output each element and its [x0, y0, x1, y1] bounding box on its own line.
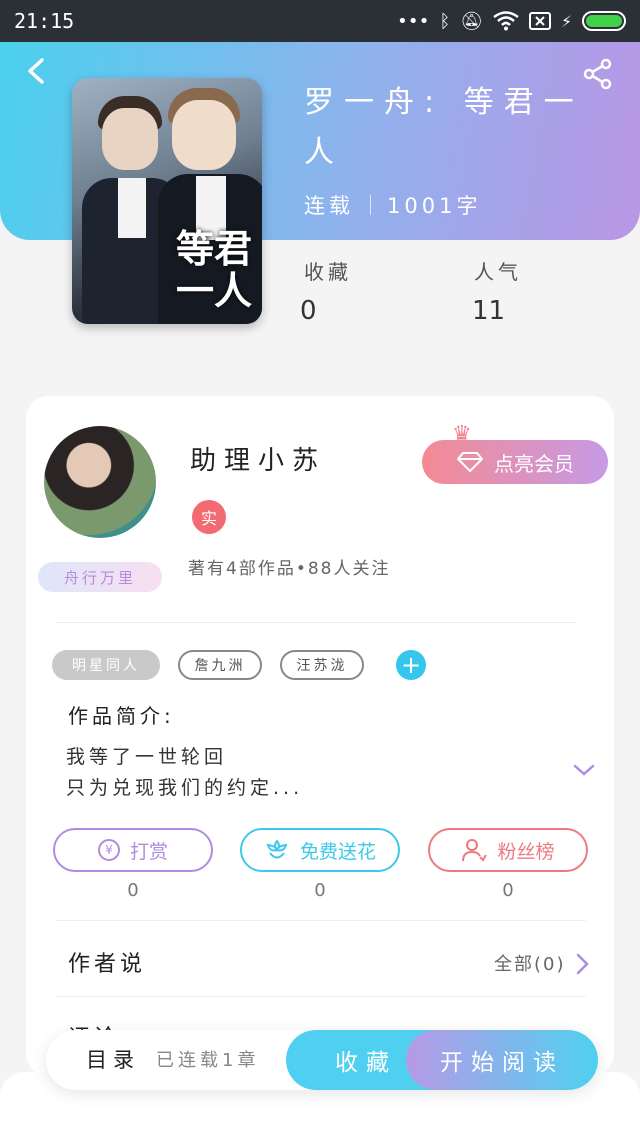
intro-label: 作品简介: — [68, 704, 175, 728]
catalog-status: 已连载1章 — [156, 1050, 260, 1071]
more-dots-icon: ••• — [396, 10, 430, 32]
divider — [56, 920, 586, 921]
author-summary: 著有4部作品•88人关注 — [188, 559, 391, 579]
verified-badge: 实 — [192, 500, 226, 534]
favorites-label: 收藏 — [304, 260, 352, 284]
author-say-all-link[interactable]: 全部(0) — [494, 950, 566, 976]
mute-bell-icon: 🔕︎ — [460, 10, 484, 32]
chevron-down-icon — [573, 764, 595, 776]
fans-rank-label: 粉丝榜 — [497, 840, 555, 863]
diamond-icon — [457, 452, 483, 472]
flower-icon — [266, 839, 288, 859]
tag-item[interactable]: 明星同人 — [52, 650, 160, 680]
battery-icon — [582, 11, 626, 31]
avatar-badge: 舟行万里 — [38, 562, 162, 592]
start-reading-button[interactable]: 开始阅读 — [406, 1030, 598, 1090]
add-tag-button[interactable]: + — [396, 650, 426, 680]
meta-divider — [370, 195, 371, 215]
reward-count: 0 — [127, 880, 139, 901]
intro-line: 我等了一世轮回 — [66, 746, 228, 768]
author-name[interactable]: 助理小苏 — [190, 440, 326, 477]
fans-rank-button[interactable]: 粉丝榜 — [428, 828, 588, 872]
status-bar: 21:15 ••• ᛒ 🔕︎ ⚡ — [0, 0, 640, 42]
fans-count: 0 — [502, 880, 514, 901]
popularity-label: 人气 — [474, 260, 522, 284]
back-button[interactable] — [22, 56, 52, 86]
divider — [56, 622, 576, 623]
catalog-button[interactable]: 目录 — [86, 1044, 140, 1074]
sim-x-icon — [529, 12, 552, 30]
free-flower-button[interactable]: 免费送花 — [240, 828, 400, 872]
intro-line: 只为兑现我们的约定... — [66, 777, 304, 799]
status-time: 21:15 — [14, 9, 75, 33]
yuan-icon: ¥ — [97, 839, 120, 861]
battery-fill — [586, 15, 622, 27]
popularity-value: 11 — [472, 296, 506, 326]
wifi-icon — [493, 11, 519, 31]
user-icon — [462, 839, 488, 862]
chevron-right-icon — [576, 953, 589, 975]
book-cover[interactable]: 等君一人 — [72, 78, 262, 324]
intro-text: 我等了一世轮回 只为兑现我们的约定... — [66, 742, 303, 804]
vip-button[interactable]: 点亮会员 — [422, 440, 608, 484]
book-meta: 连载 1001字 — [304, 190, 481, 220]
cover-title-text: 等君一人 — [176, 226, 253, 313]
author-say-more-button[interactable] — [572, 952, 592, 976]
author-say-label: 作者说 — [68, 952, 147, 977]
flower-count: 0 — [314, 880, 326, 901]
charging-icon: ⚡ — [561, 10, 572, 32]
word-count: 1001字 — [387, 194, 482, 218]
author-avatar[interactable] — [44, 426, 156, 538]
divider — [56, 996, 586, 997]
bluetooth-icon: ᛒ — [439, 10, 451, 32]
back-arrow-icon — [28, 58, 44, 84]
tag-item[interactable]: 汪苏泷 — [280, 650, 364, 680]
reward-button[interactable]: ¥ 打赏 — [53, 828, 213, 872]
book-title: 罗一舟: 等君一人 — [304, 85, 584, 170]
vip-button-label: 点亮会员 — [494, 451, 574, 476]
reward-label: 打赏 — [129, 840, 168, 863]
tag-item[interactable]: 詹九洲 — [178, 650, 262, 680]
status-icons: ••• ᛒ 🔕︎ ⚡ — [397, 11, 626, 32]
free-flower-label: 免费送花 — [299, 840, 376, 863]
serial-status: 连载 — [304, 194, 354, 218]
favorites-value: 0 — [300, 296, 317, 326]
expand-intro-button[interactable] — [572, 758, 596, 782]
